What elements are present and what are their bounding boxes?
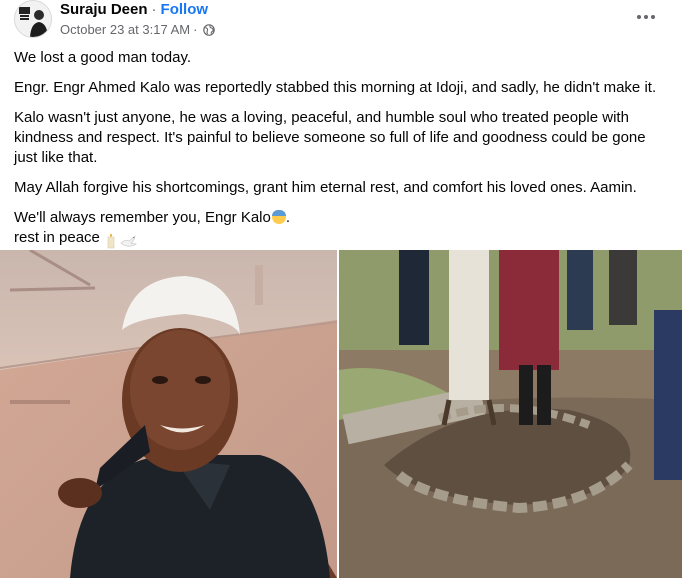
post-paragraph-2: Engr. Engr Ahmed Kalo was reportedly sta… bbox=[14, 79, 657, 96]
meta-separator: · bbox=[193, 22, 198, 37]
avatar[interactable] bbox=[14, 0, 52, 38]
author-name[interactable]: Suraju Deen bbox=[60, 1, 148, 18]
candle-emoji bbox=[107, 233, 115, 249]
globe-icon[interactable] bbox=[203, 23, 216, 36]
remember-text-end: . bbox=[285, 209, 291, 226]
rest-in-peace-text: rest in peace bbox=[14, 229, 100, 246]
post-paragraph-1: We lost a good man today. bbox=[14, 49, 192, 66]
anxious-face-with-sweat-emoji bbox=[271, 210, 286, 224]
remember-text: We'll always remember you, Engr Kalo bbox=[14, 209, 271, 226]
post-paragraph-4: May Allah forgive his shortcomings, gran… bbox=[14, 179, 637, 196]
post-paragraph-6: rest in peace bbox=[14, 228, 664, 251]
dove-emoji bbox=[120, 235, 138, 247]
post-timestamp[interactable]: October 23 at 3:17 AM bbox=[60, 22, 190, 37]
follow-button[interactable]: Follow bbox=[161, 1, 209, 18]
grave-photo[interactable] bbox=[339, 250, 682, 578]
post-paragraph-3: Kalo wasn't just anyone, he was a loving… bbox=[14, 109, 646, 166]
post-body: We lost a good man today. Engr. Engr Ahm… bbox=[14, 48, 664, 251]
more-options-icon[interactable] bbox=[632, 6, 660, 28]
post-paragraph-5: We'll always remember you, Engr Kalo. bbox=[14, 208, 664, 228]
header-separator: · bbox=[151, 1, 157, 18]
photo-grid bbox=[0, 250, 682, 578]
portrait-photo[interactable] bbox=[0, 250, 337, 578]
post-header: Suraju Deen · Follow October 23 at 3:17 AM… bbox=[0, 0, 682, 44]
